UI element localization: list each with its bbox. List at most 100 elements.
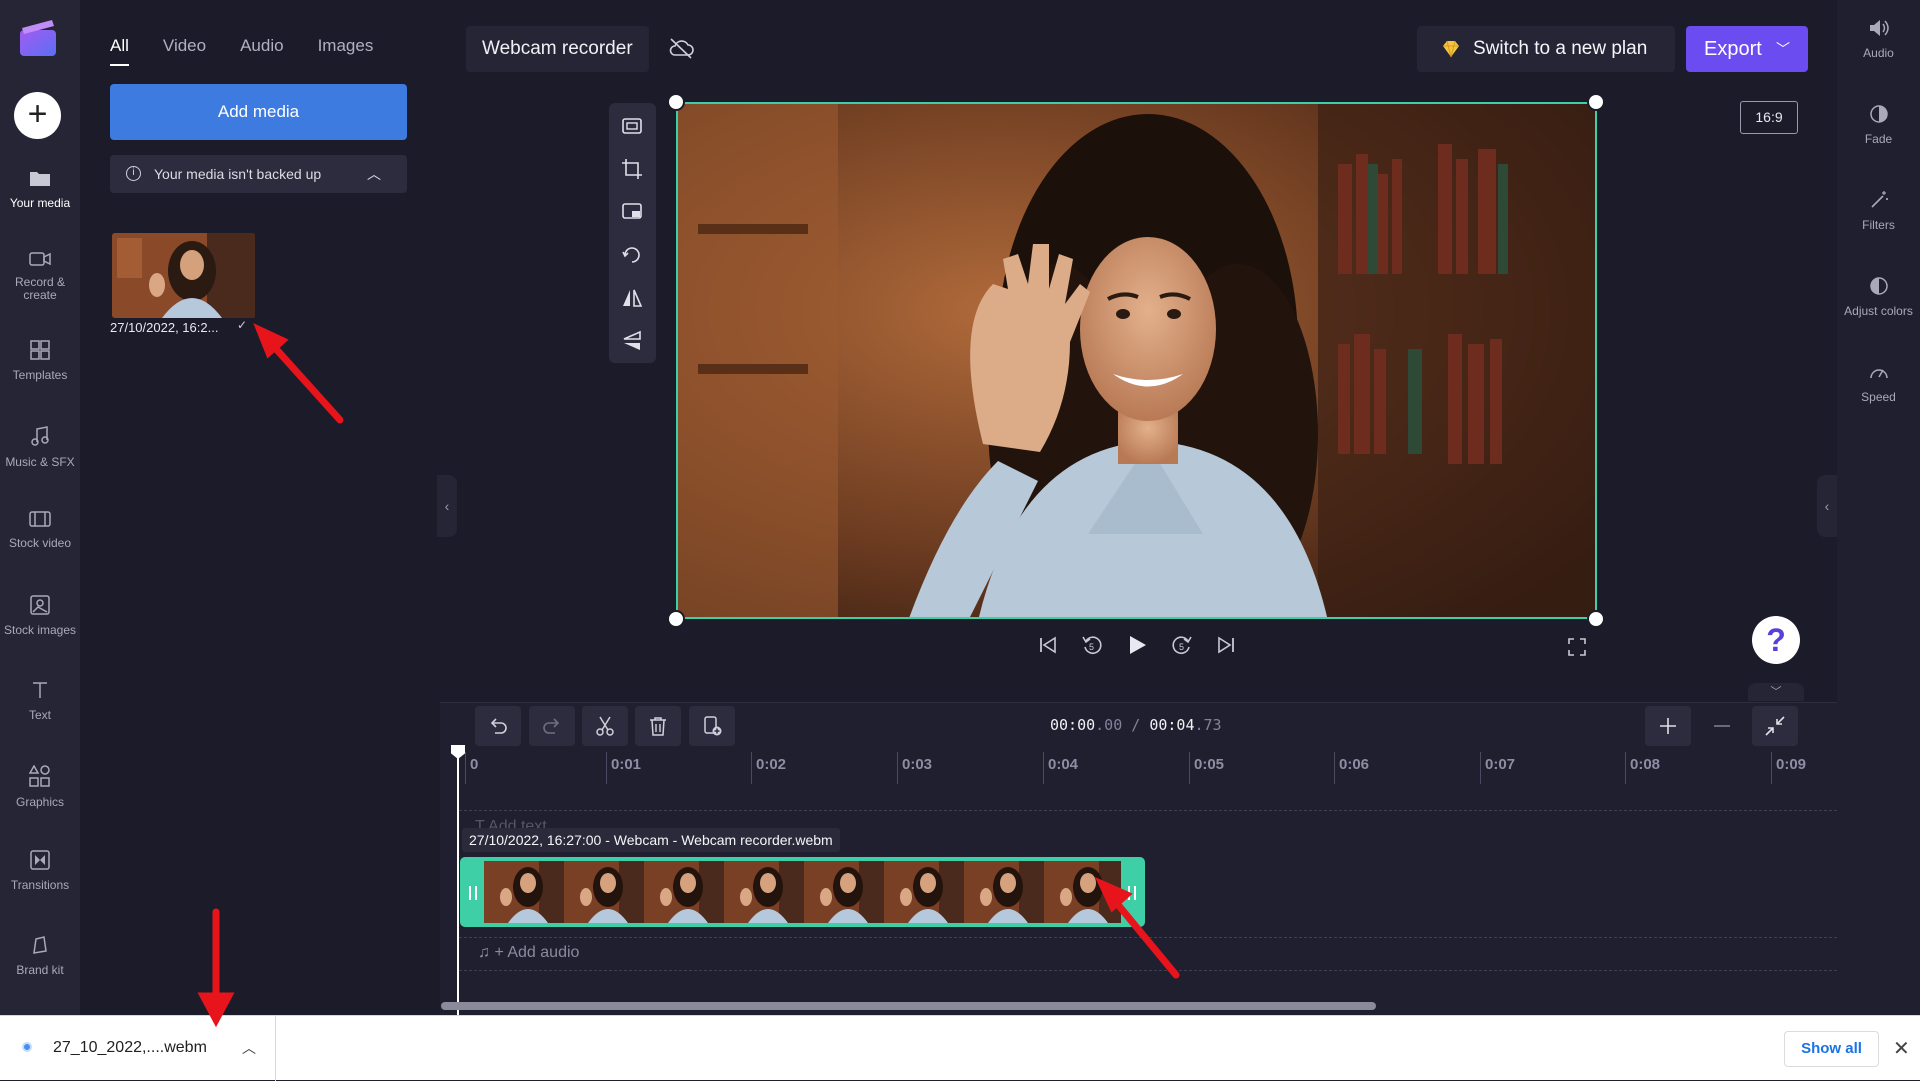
delete-button[interactable] <box>635 706 681 746</box>
video-clip[interactable] <box>460 857 1145 927</box>
clip-tooltip: 27/10/2022, 16:27:00 - Webcam - Webcam r… <box>462 828 840 852</box>
download-item[interactable]: 27_10_2022,....webm ︿ <box>0 1016 276 1081</box>
add-audio-label: + Add audio <box>494 944 580 961</box>
download-bar: 27_10_2022,....webm ︿ Show all ✕ <box>0 1015 1920 1081</box>
resize-handle-bottom-right[interactable] <box>1587 610 1605 628</box>
clip-frame <box>964 861 1044 923</box>
plus-icon <box>1660 718 1676 734</box>
export-button[interactable]: Export ﹀ <box>1686 26 1808 72</box>
tab-all[interactable]: All <box>110 36 129 66</box>
clip-trim-handle-left[interactable] <box>469 886 477 900</box>
chevron-down-icon: ﹀ <box>1776 41 1790 57</box>
chevron-up-icon[interactable]: ︿ <box>242 1038 256 1058</box>
cloud-off-icon[interactable] <box>668 37 694 64</box>
skip-forward-icon[interactable] <box>1216 635 1236 655</box>
clip-filmstrip <box>484 861 1121 923</box>
fit-icon[interactable] <box>621 115 643 137</box>
rail-item-filters[interactable]: Filters <box>1837 190 1920 232</box>
resize-handle-top-right[interactable] <box>1587 93 1605 111</box>
redo-icon <box>543 718 560 734</box>
total-time: 00:04 <box>1149 716 1195 734</box>
rail-item-graphics[interactable]: Graphics <box>0 765 80 809</box>
rail-item-your-media[interactable]: Your media <box>0 168 80 210</box>
trash-icon <box>650 717 666 736</box>
media-item-label: 27/10/2022, 16:2... <box>110 320 219 335</box>
rail-item-speed[interactable]: Speed <box>1837 362 1920 404</box>
minus-icon <box>1714 725 1730 727</box>
skip-back-icon[interactable] <box>1038 635 1058 655</box>
timeline-ruler[interactable]: 0 0:01 0:02 0:03 0:04 0:05 0:06 0:07 0:0… <box>455 752 1837 788</box>
rotate-icon[interactable] <box>621 244 643 266</box>
aspect-ratio-button[interactable]: 16:9 <box>1740 101 1798 134</box>
forward-5-icon[interactable]: 5 <box>1170 633 1194 657</box>
flip-vertical-icon[interactable] <box>621 330 643 352</box>
undo-button[interactable] <box>475 706 521 746</box>
left-navigation-rail: + Your media Record & create Templates M… <box>0 0 80 1015</box>
rail-item-transitions[interactable]: Transitions <box>0 850 80 892</box>
media-panel: All Video Audio Images <box>80 0 437 1015</box>
fullscreen-icon[interactable] <box>1568 638 1586 656</box>
track-divider <box>459 970 1837 971</box>
collapse-right-panel-button[interactable]: ‹ <box>1817 475 1837 537</box>
clipchamp-logo <box>18 18 58 58</box>
rail-item-stock-video[interactable]: Stock video <box>0 510 80 550</box>
close-icon[interactable]: ✕ <box>1893 1036 1910 1061</box>
rail-item-templates[interactable]: Templates <box>0 340 80 382</box>
flip-horizontal-icon[interactable] <box>621 287 643 309</box>
rail-item-stock-images[interactable]: Stock images <box>0 595 80 637</box>
rail-item-audio[interactable]: Audio <box>1837 18 1920 60</box>
fit-timeline-button[interactable] <box>1752 706 1798 746</box>
tab-audio[interactable]: Audio <box>240 36 283 66</box>
speaker-icon <box>1869 20 1889 36</box>
chevron-up-icon[interactable]: ︿ <box>367 155 381 193</box>
text-icon <box>33 682 47 698</box>
crop-icon[interactable] <box>621 158 643 180</box>
backup-notice[interactable]: i Your media isn't backed up ︿ <box>110 155 407 193</box>
clip-frame <box>1044 861 1121 923</box>
playhead[interactable] <box>457 750 459 1015</box>
rail-item-adjust-colors[interactable]: Adjust colors <box>1837 276 1920 318</box>
ruler-tick: 0:03 <box>897 752 932 784</box>
create-new-button[interactable]: + <box>14 92 61 139</box>
video-preview[interactable] <box>676 102 1597 619</box>
redo-button[interactable] <box>529 706 575 746</box>
media-thumbnail[interactable] <box>112 233 255 318</box>
backup-notice-text: Your media isn't backed up <box>154 166 322 182</box>
split-button[interactable] <box>582 706 628 746</box>
show-all-downloads-button[interactable]: Show all <box>1784 1031 1879 1067</box>
tab-images[interactable]: Images <box>318 36 374 66</box>
folder-icon <box>30 172 50 186</box>
app-window: + Your media Record & create Templates M… <box>0 0 1920 1015</box>
music-note-icon: ♫ <box>478 944 495 961</box>
add-to-timeline-button[interactable] <box>689 706 735 746</box>
rail-item-text[interactable]: Text <box>0 680 80 722</box>
zoom-in-button[interactable] <box>1645 706 1691 746</box>
undo-icon <box>490 718 507 734</box>
timeline-scrollbar[interactable] <box>441 1002 1376 1010</box>
transitions-icon <box>30 850 50 870</box>
resize-handle-bottom-left[interactable] <box>667 610 685 628</box>
rewind-5-icon[interactable]: 5 <box>1080 633 1104 657</box>
clip-frame <box>564 861 644 923</box>
rail-item-fade[interactable]: Fade <box>1837 104 1920 146</box>
project-title-input[interactable]: Webcam recorder <box>466 26 649 72</box>
check-icon: ✓ <box>237 318 248 332</box>
add-audio-track[interactable]: ♫ + Add audio <box>478 944 579 962</box>
switch-plan-button[interactable]: Switch to a new plan <box>1417 26 1675 72</box>
rail-item-brand-kit[interactable]: Brand kit <box>0 935 80 977</box>
collapse-left-panel-button[interactable]: ‹ <box>437 475 457 537</box>
resize-handle-top-left[interactable] <box>667 93 685 111</box>
rail-item-record-create[interactable]: Record & create <box>0 250 80 302</box>
tab-video[interactable]: Video <box>163 36 206 66</box>
rail-item-music-sfx[interactable]: Music & SFX <box>0 425 80 469</box>
play-icon[interactable] <box>1126 634 1148 656</box>
track-divider <box>459 937 1837 938</box>
switch-plan-label: Switch to a new plan <box>1473 38 1648 59</box>
add-media-button[interactable]: Add media <box>110 84 407 140</box>
ruler-tick: 0:04 <box>1043 752 1078 784</box>
zoom-out-button[interactable] <box>1699 706 1745 746</box>
collapse-timeline-button[interactable]: ﹀ <box>1748 683 1804 701</box>
clip-trim-handle-right[interactable] <box>1128 886 1136 900</box>
picture-in-picture-icon[interactable] <box>621 201 643 223</box>
help-button[interactable]: ? <box>1752 616 1800 664</box>
